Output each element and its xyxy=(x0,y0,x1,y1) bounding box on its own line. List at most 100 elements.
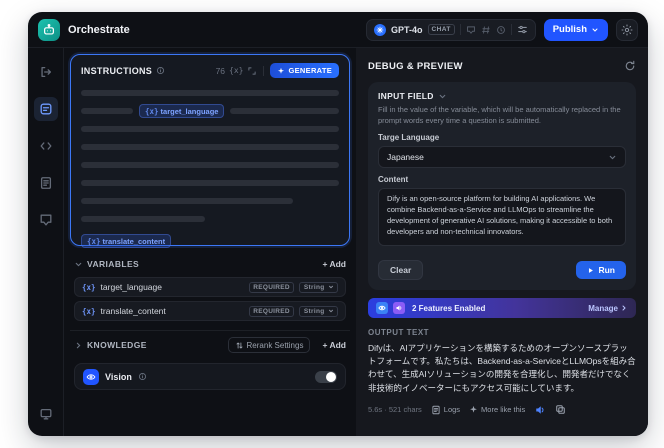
add-knowledge-button[interactable]: + Add xyxy=(322,340,346,350)
manage-features-link[interactable]: Manage xyxy=(588,304,628,313)
variable-row[interactable]: {x} translate_content REQUIRED String xyxy=(74,301,346,321)
model-settings-icon[interactable] xyxy=(517,24,528,35)
language-select-value: Japanese xyxy=(387,152,424,162)
required-badge: REQUIRED xyxy=(248,281,295,293)
settings-button[interactable] xyxy=(616,18,638,41)
vision-label: Vision xyxy=(105,371,132,382)
publish-button[interactable]: Publish xyxy=(543,18,608,41)
type-badge[interactable]: String xyxy=(299,281,338,293)
variable-type-icon: {x} xyxy=(82,306,96,316)
divider xyxy=(459,24,461,35)
document-icon xyxy=(432,405,440,414)
char-count: 76 xyxy=(215,65,226,76)
model-selector[interactable]: GPT-4o CHAT xyxy=(366,18,536,41)
clear-button[interactable]: Clear xyxy=(378,260,424,280)
page-title: Orchestrate xyxy=(68,23,130,36)
features-enabled-label: 2 Features Enabled xyxy=(412,303,486,313)
input-field-header[interactable]: INPUT FIELD xyxy=(378,91,626,101)
logs-button[interactable]: Logs xyxy=(431,405,460,415)
input-field-card: INPUT FIELD Fill in the value of the var… xyxy=(368,82,636,290)
publish-label: Publish xyxy=(552,24,587,35)
instructions-header: INSTRUCTIONS 76 {x} GENERATE xyxy=(81,63,339,78)
chevron-down-icon xyxy=(439,94,446,98)
output-footer: 5.6s · 521 chars Logs More like this xyxy=(368,404,636,416)
play-icon xyxy=(589,267,594,273)
divider xyxy=(510,24,512,35)
vision-toggle[interactable] xyxy=(315,370,337,383)
chat-bubble-icon xyxy=(466,25,475,34)
debug-preview-pane: DEBUG & PREVIEW INPUT FIELD Fill in the … xyxy=(356,48,648,436)
refresh-icon[interactable] xyxy=(624,60,636,72)
content-textarea[interactable]: Dify is an open-source platform for buil… xyxy=(378,188,626,246)
rerank-settings-button[interactable]: Rerank Settings xyxy=(227,337,311,353)
type-badge[interactable]: String xyxy=(299,305,338,317)
speech-feature-icon xyxy=(393,302,405,314)
app-icon xyxy=(38,18,60,41)
divider xyxy=(263,65,265,76)
top-bar: Orchestrate GPT-4o CHAT Publish xyxy=(28,12,648,48)
required-badge: REQUIRED xyxy=(248,305,295,317)
sidebar-item-annotation[interactable] xyxy=(34,208,58,232)
tokens-icon xyxy=(481,25,490,34)
chevron-down-icon[interactable] xyxy=(74,260,83,269)
prompt-line xyxy=(81,178,339,188)
chevron-right-icon[interactable] xyxy=(74,341,83,350)
output-text: Difyは、AIアプリケーションを構築するためのオープンソースプラットフォームで… xyxy=(368,343,636,393)
knowledge-title: KNOWLEDGE xyxy=(87,340,147,350)
vision-feature-icon xyxy=(376,302,388,314)
chevron-down-icon xyxy=(328,285,333,289)
temperature-icon xyxy=(496,25,505,34)
orchestrate-pane: INSTRUCTIONS 76 {x} GENERATE {x} target_… xyxy=(64,48,356,436)
content-field-label: Content xyxy=(378,175,409,184)
more-like-this-button[interactable]: More like this xyxy=(469,405,525,414)
monitor-icon xyxy=(40,408,51,420)
language-select[interactable]: Japanese xyxy=(378,146,626,168)
run-button[interactable]: Run xyxy=(576,261,626,279)
variable-type-icon: {x} xyxy=(82,282,96,292)
info-icon xyxy=(138,372,146,381)
sidebar-item-api[interactable] xyxy=(34,134,58,158)
sort-icon xyxy=(236,342,242,348)
prompt-line xyxy=(81,196,339,206)
knowledge-section: KNOWLEDGE Rerank Settings + Add xyxy=(70,330,350,354)
speech-bubble-icon xyxy=(40,214,51,226)
sidebar-item-logs[interactable] xyxy=(34,171,58,195)
model-name: GPT-4o xyxy=(391,24,423,35)
sidebar-item-orchestrate[interactable] xyxy=(33,97,58,121)
variable-name: translate_content xyxy=(100,306,166,316)
toggle-knob xyxy=(326,371,336,382)
features-enabled-bar[interactable]: 2 Features Enabled Manage xyxy=(368,298,636,318)
add-variable-button[interactable]: + Add xyxy=(322,259,346,269)
document-icon xyxy=(40,177,51,189)
robot-icon xyxy=(44,23,54,35)
debug-preview-title: DEBUG & PREVIEW xyxy=(368,60,463,72)
prompt-line xyxy=(81,160,339,170)
generate-button[interactable]: GENERATE xyxy=(270,63,339,78)
variable-row[interactable]: {x} target_language REQUIRED String xyxy=(74,277,346,297)
instructions-editor[interactable]: INSTRUCTIONS 76 {x} GENERATE {x} target_… xyxy=(70,54,350,248)
output-meta: 5.6s · 521 chars xyxy=(368,405,422,415)
insert-variable-icon[interactable]: {x} xyxy=(229,66,243,75)
exit-icon xyxy=(40,66,51,78)
vision-icon xyxy=(83,368,99,385)
speaker-icon[interactable] xyxy=(534,404,546,416)
output-title: OUTPUT TEXT xyxy=(368,328,430,337)
orchestrate-icon xyxy=(40,103,51,115)
instructions-title: INSTRUCTIONS xyxy=(81,65,153,76)
chevron-down-icon xyxy=(328,309,333,313)
sidebar-item-monitoring[interactable] xyxy=(34,402,58,426)
prompt-line xyxy=(81,124,339,134)
sparkle-icon xyxy=(278,67,285,74)
input-field-description: Fill in the value of the variable, which… xyxy=(378,105,621,125)
copy-icon[interactable] xyxy=(555,404,566,415)
chevron-down-icon xyxy=(609,155,616,159)
gear-icon xyxy=(621,24,633,35)
app-window: Orchestrate GPT-4o CHAT Publish INSTRUCT… xyxy=(28,12,648,436)
info-icon xyxy=(157,66,165,75)
expand-icon[interactable] xyxy=(247,66,257,76)
model-mode-badge: CHAT xyxy=(427,24,455,35)
sidebar-item-exit[interactable] xyxy=(34,60,58,84)
sidebar-rail xyxy=(28,48,64,436)
variable-chip-target-language[interactable]: {x} target_language xyxy=(139,104,225,118)
output-section: OUTPUT TEXT Difyは、AIアプリケーションを構築するためのオープン… xyxy=(368,328,636,416)
